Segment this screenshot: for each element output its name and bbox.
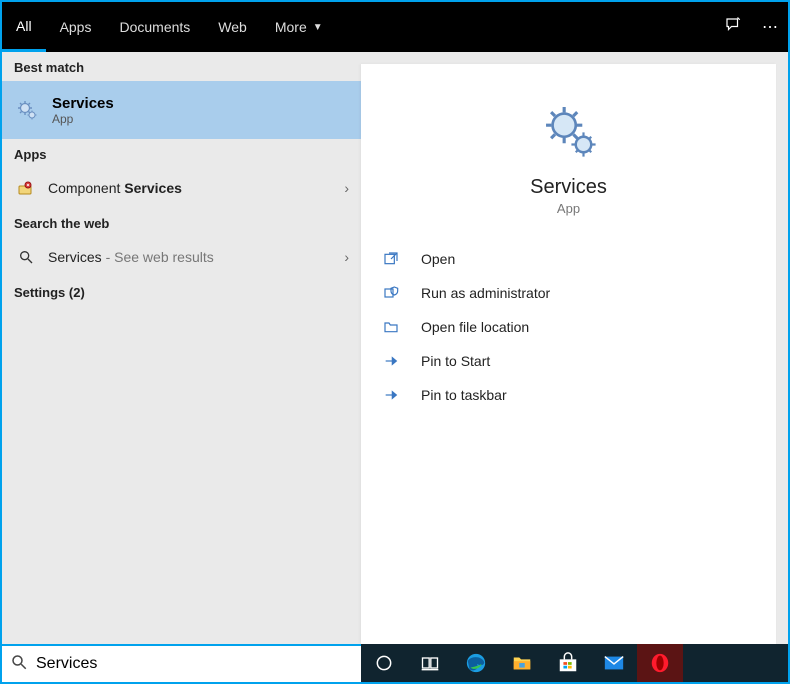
action-pin-start-label: Pin to Start: [421, 353, 490, 369]
search-box[interactable]: [2, 644, 361, 682]
open-icon: [383, 251, 409, 267]
component-services-label: Component Services: [48, 180, 344, 196]
shield-icon: [383, 285, 409, 301]
search-tabs-bar: All Apps Documents Web More▼ ⋯: [2, 2, 788, 52]
results-panel: Best match Services App Apps Component S…: [2, 52, 361, 644]
tab-web[interactable]: Web: [204, 2, 261, 52]
feedback-icon[interactable]: [724, 16, 742, 39]
taskbar-opera[interactable]: [637, 644, 683, 682]
tab-more[interactable]: More▼: [261, 2, 337, 52]
folder-icon: [383, 319, 409, 335]
best-match-title: Services: [52, 95, 114, 112]
preview-subtitle: App: [557, 201, 580, 216]
pin-icon: [383, 353, 409, 369]
options-icon[interactable]: ⋯: [762, 17, 778, 37]
result-component-services[interactable]: Component Services ›: [2, 168, 361, 208]
component-services-icon: [14, 180, 38, 196]
preview-title: Services: [530, 176, 607, 199]
search-input[interactable]: [36, 655, 353, 673]
taskbar-mail[interactable]: [591, 644, 637, 682]
taskbar-cortana[interactable]: [361, 644, 407, 682]
services-gear-icon: [14, 97, 40, 123]
tab-apps[interactable]: Apps: [46, 2, 106, 52]
action-run-as-admin[interactable]: Run as administrator: [361, 276, 776, 310]
chevron-right-icon: ›: [344, 249, 349, 265]
action-open-location-label: Open file location: [421, 319, 529, 335]
search-web-header: Search the web: [2, 208, 361, 237]
preview-panel: Services App Open Run as administrator O…: [361, 64, 776, 644]
result-services-app[interactable]: Services App: [2, 81, 361, 139]
services-gear-icon-large: [539, 100, 599, 160]
action-open-label: Open: [421, 251, 455, 267]
result-web-services[interactable]: Services - See web results ›: [2, 237, 361, 277]
taskbar-file-explorer[interactable]: [499, 644, 545, 682]
tab-all[interactable]: All: [2, 2, 46, 52]
search-icon: [14, 249, 38, 265]
taskbar-store[interactable]: [545, 644, 591, 682]
action-pin-to-start[interactable]: Pin to Start: [361, 344, 776, 378]
settings-group[interactable]: Settings (2): [2, 277, 361, 306]
tab-documents[interactable]: Documents: [105, 2, 204, 52]
taskbar-task-view[interactable]: [407, 644, 453, 682]
action-open[interactable]: Open: [361, 242, 776, 276]
action-pin-to-taskbar[interactable]: Pin to taskbar: [361, 378, 776, 412]
best-match-header: Best match: [2, 52, 361, 81]
pin-icon: [383, 387, 409, 403]
search-icon: [10, 653, 28, 676]
action-open-file-location[interactable]: Open file location: [361, 310, 776, 344]
taskbar: [2, 644, 788, 682]
taskbar-edge[interactable]: [453, 644, 499, 682]
apps-header: Apps: [2, 139, 361, 168]
action-run-admin-label: Run as administrator: [421, 285, 550, 301]
best-match-subtitle: App: [52, 112, 114, 126]
web-result-label: Services - See web results: [48, 249, 344, 265]
action-pin-taskbar-label: Pin to taskbar: [421, 387, 507, 403]
chevron-right-icon: ›: [344, 180, 349, 196]
